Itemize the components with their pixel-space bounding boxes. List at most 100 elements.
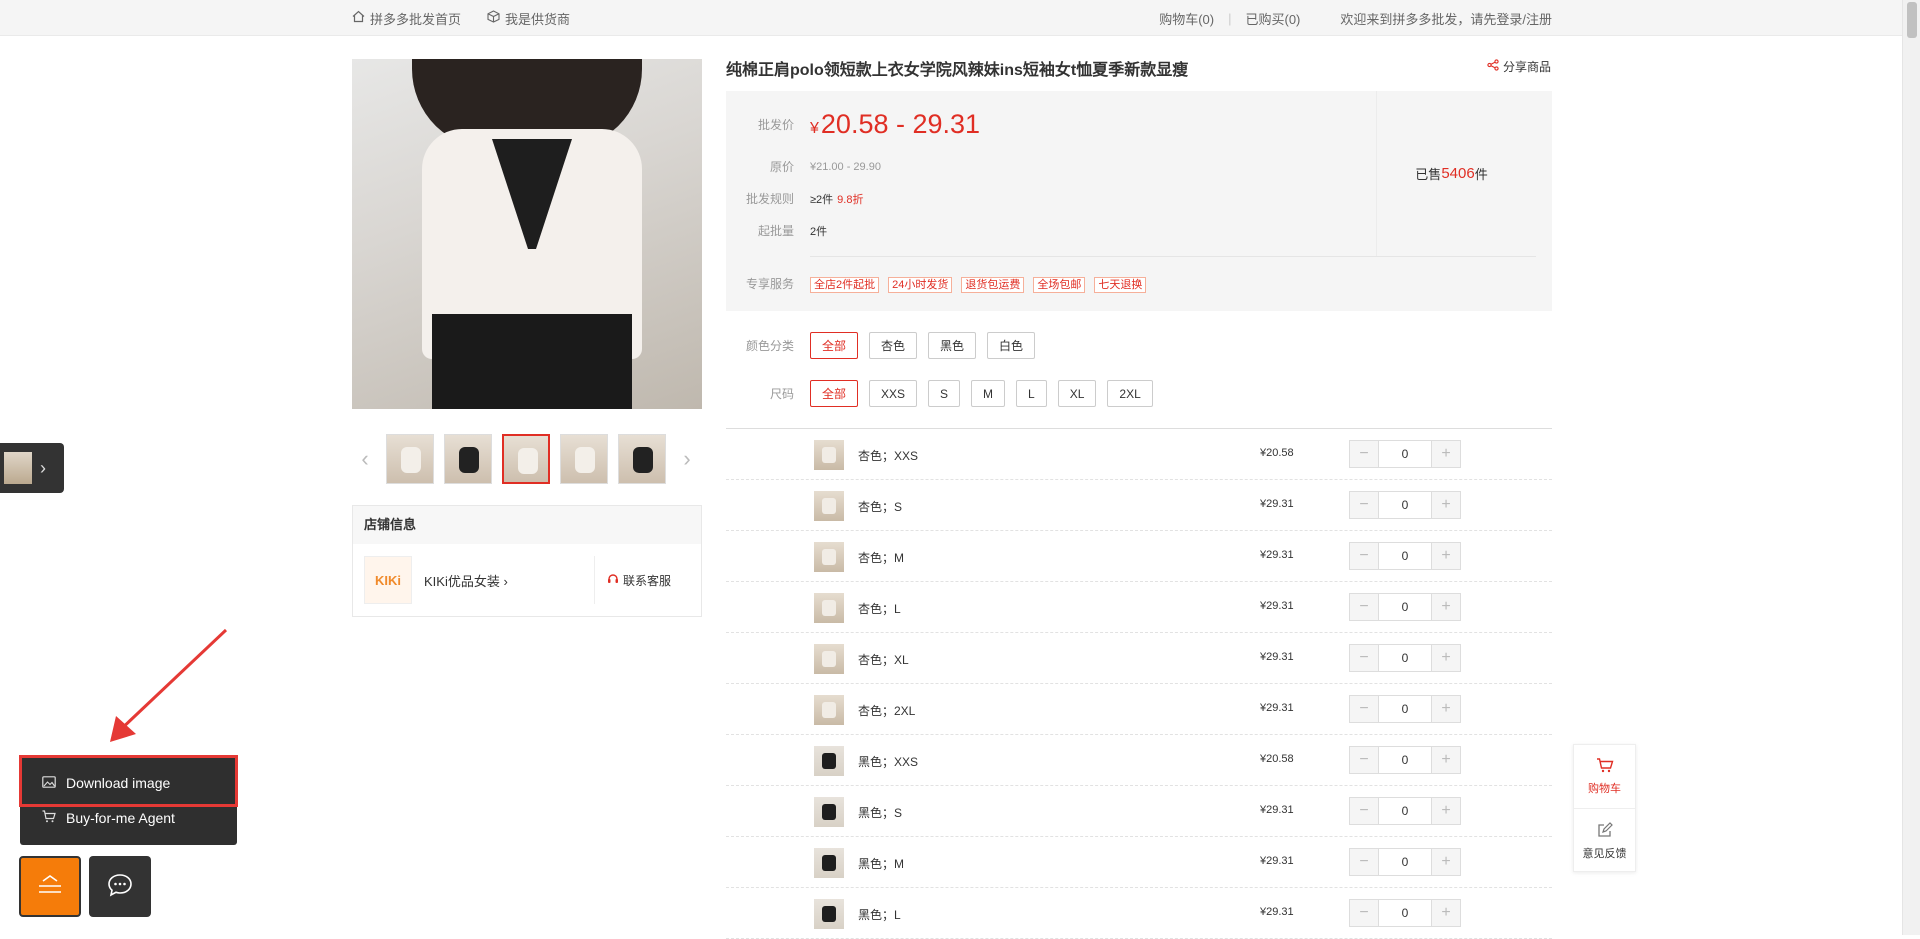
thumbnail-2[interactable] (444, 434, 492, 484)
color-option[interactable]: 杏色 (869, 332, 918, 359)
quantity-stepper: −+ (1349, 848, 1461, 876)
increment-button[interactable]: + (1432, 594, 1460, 620)
size-option[interactable]: L (1016, 380, 1047, 407)
quantity-input[interactable] (1378, 543, 1432, 569)
quantity-stepper: −+ (1349, 695, 1461, 723)
quantity-stepper: −+ (1349, 746, 1461, 774)
increment-button[interactable]: + (1432, 441, 1460, 467)
decrement-button[interactable]: − (1350, 900, 1378, 926)
supplier-link[interactable]: 我是供货商 (487, 9, 570, 28)
quantity-input[interactable] (1378, 900, 1432, 926)
size-option[interactable]: XXS (869, 380, 918, 407)
increment-button[interactable]: + (1432, 645, 1460, 671)
thumbnail-1[interactable] (386, 434, 434, 484)
quantity-input[interactable] (1378, 696, 1432, 722)
increment-button[interactable]: + (1432, 849, 1460, 875)
color-option[interactable]: 白色 (987, 332, 1036, 359)
decrement-button[interactable]: − (1350, 543, 1378, 569)
thumbnail-3[interactable] (502, 434, 550, 484)
quantity-input[interactable] (1378, 492, 1432, 518)
sku-row: 杏色；S¥29.31−+ (726, 480, 1552, 531)
decrement-button[interactable]: − (1350, 645, 1378, 671)
image-decoration (432, 314, 632, 409)
cart-link[interactable]: 购物车(0) (1159, 9, 1214, 28)
quantity-input[interactable] (1378, 849, 1432, 875)
contact-service-button[interactable]: 联系客服 (607, 572, 671, 589)
increment-button[interactable]: + (1432, 696, 1460, 722)
sku-row: 杏色；M¥29.31−+ (726, 531, 1552, 582)
menu-toggle-button[interactable] (19, 856, 81, 917)
thumbnail-4[interactable] (560, 434, 608, 484)
increment-button[interactable]: + (1432, 798, 1460, 824)
thumbnail-5[interactable] (618, 434, 666, 484)
sku-thumbnail[interactable] (814, 542, 844, 572)
sku-thumbnail[interactable] (814, 491, 844, 521)
quantity-stepper: −+ (1349, 491, 1461, 519)
sku-thumbnail[interactable] (814, 848, 844, 878)
home-link[interactable]: 拼多多批发首页 (352, 9, 461, 28)
size-option[interactable]: M (971, 380, 1006, 407)
bought-link[interactable]: 已购买(0) (1245, 9, 1300, 28)
product-main-image[interactable] (352, 59, 702, 409)
quantity-input[interactable] (1378, 594, 1432, 620)
increment-button[interactable]: + (1432, 747, 1460, 773)
sku-name: 杏色；M (858, 551, 904, 565)
feedback-button[interactable]: 意见反馈 (1574, 809, 1635, 873)
side-preview-tab[interactable]: › (0, 443, 64, 493)
decrement-button[interactable]: − (1350, 492, 1378, 518)
sku-row: 杏色；XXS¥20.58−+ (726, 429, 1552, 480)
shop-info-card: 店铺信息 KIKi KIKi优品女装 › 联系客服 (352, 505, 702, 617)
sku-thumbnail[interactable] (814, 746, 844, 776)
quantity-input[interactable] (1378, 645, 1432, 671)
shop-info-header: 店铺信息 (353, 506, 701, 544)
chevron-right-icon: › (503, 573, 508, 589)
shop-name-link[interactable]: KIKi优品女装 › (424, 571, 594, 590)
sku-name: 黑色；M (858, 857, 904, 871)
quantity-input[interactable] (1378, 441, 1432, 467)
chat-icon (107, 873, 133, 900)
increment-button[interactable]: + (1432, 492, 1460, 518)
thumbnail-prev-button[interactable]: ‹ (356, 448, 374, 470)
sku-thumbnail[interactable] (814, 797, 844, 827)
size-option[interactable]: 全部 (810, 380, 859, 407)
color-option[interactable]: 全部 (810, 332, 859, 359)
decrement-button[interactable]: − (1350, 594, 1378, 620)
sku-thumbnail[interactable] (814, 593, 844, 623)
increment-button[interactable]: + (1432, 900, 1460, 926)
size-option[interactable]: XL (1057, 380, 1097, 407)
sku-thumbnail[interactable] (814, 899, 844, 929)
decrement-button[interactable]: − (1350, 441, 1378, 467)
login-register-link[interactable]: 欢迎来到拼多多批发，请先登录/注册 (1340, 9, 1552, 28)
sku-price: ¥29.31 (1260, 600, 1294, 612)
sku-name: 杏色；L (858, 602, 901, 616)
decrement-button[interactable]: − (1350, 747, 1378, 773)
supplier-link-label: 我是供货商 (505, 11, 571, 27)
home-icon (352, 10, 365, 26)
quantity-stepper: −+ (1349, 797, 1461, 825)
decrement-button[interactable]: − (1350, 696, 1378, 722)
divider (810, 256, 1536, 257)
thumbnail-next-button[interactable]: › (678, 448, 696, 470)
page-scrollbar[interactable] (1902, 0, 1920, 935)
quantity-stepper: −+ (1349, 542, 1461, 570)
buy-for-me-agent-button[interactable]: Buy-for-me Agent (42, 810, 175, 826)
sku-thumbnail[interactable] (814, 695, 844, 725)
quantity-input[interactable] (1378, 798, 1432, 824)
sku-thumbnail[interactable] (814, 644, 844, 674)
size-option[interactable]: S (928, 380, 961, 407)
chat-button[interactable] (89, 856, 151, 917)
home-link-label: 拼多多批发首页 (370, 11, 462, 27)
increment-button[interactable]: + (1432, 543, 1460, 569)
sku-thumbnail[interactable] (814, 440, 844, 470)
share-button[interactable]: 分享商品 (1487, 58, 1551, 75)
sku-price: ¥29.31 (1260, 702, 1294, 714)
decrement-button[interactable]: − (1350, 798, 1378, 824)
size-option[interactable]: 2XL (1107, 380, 1153, 407)
sku-name: 杏色；XXS (858, 449, 919, 463)
color-option[interactable]: 黑色 (928, 332, 977, 359)
quantity-input[interactable] (1378, 747, 1432, 773)
floating-cart-button[interactable]: 购物车 (1574, 745, 1635, 809)
scrollbar-thumb[interactable] (1907, 2, 1917, 38)
shop-logo[interactable]: KIKi (364, 556, 412, 604)
decrement-button[interactable]: − (1350, 849, 1378, 875)
